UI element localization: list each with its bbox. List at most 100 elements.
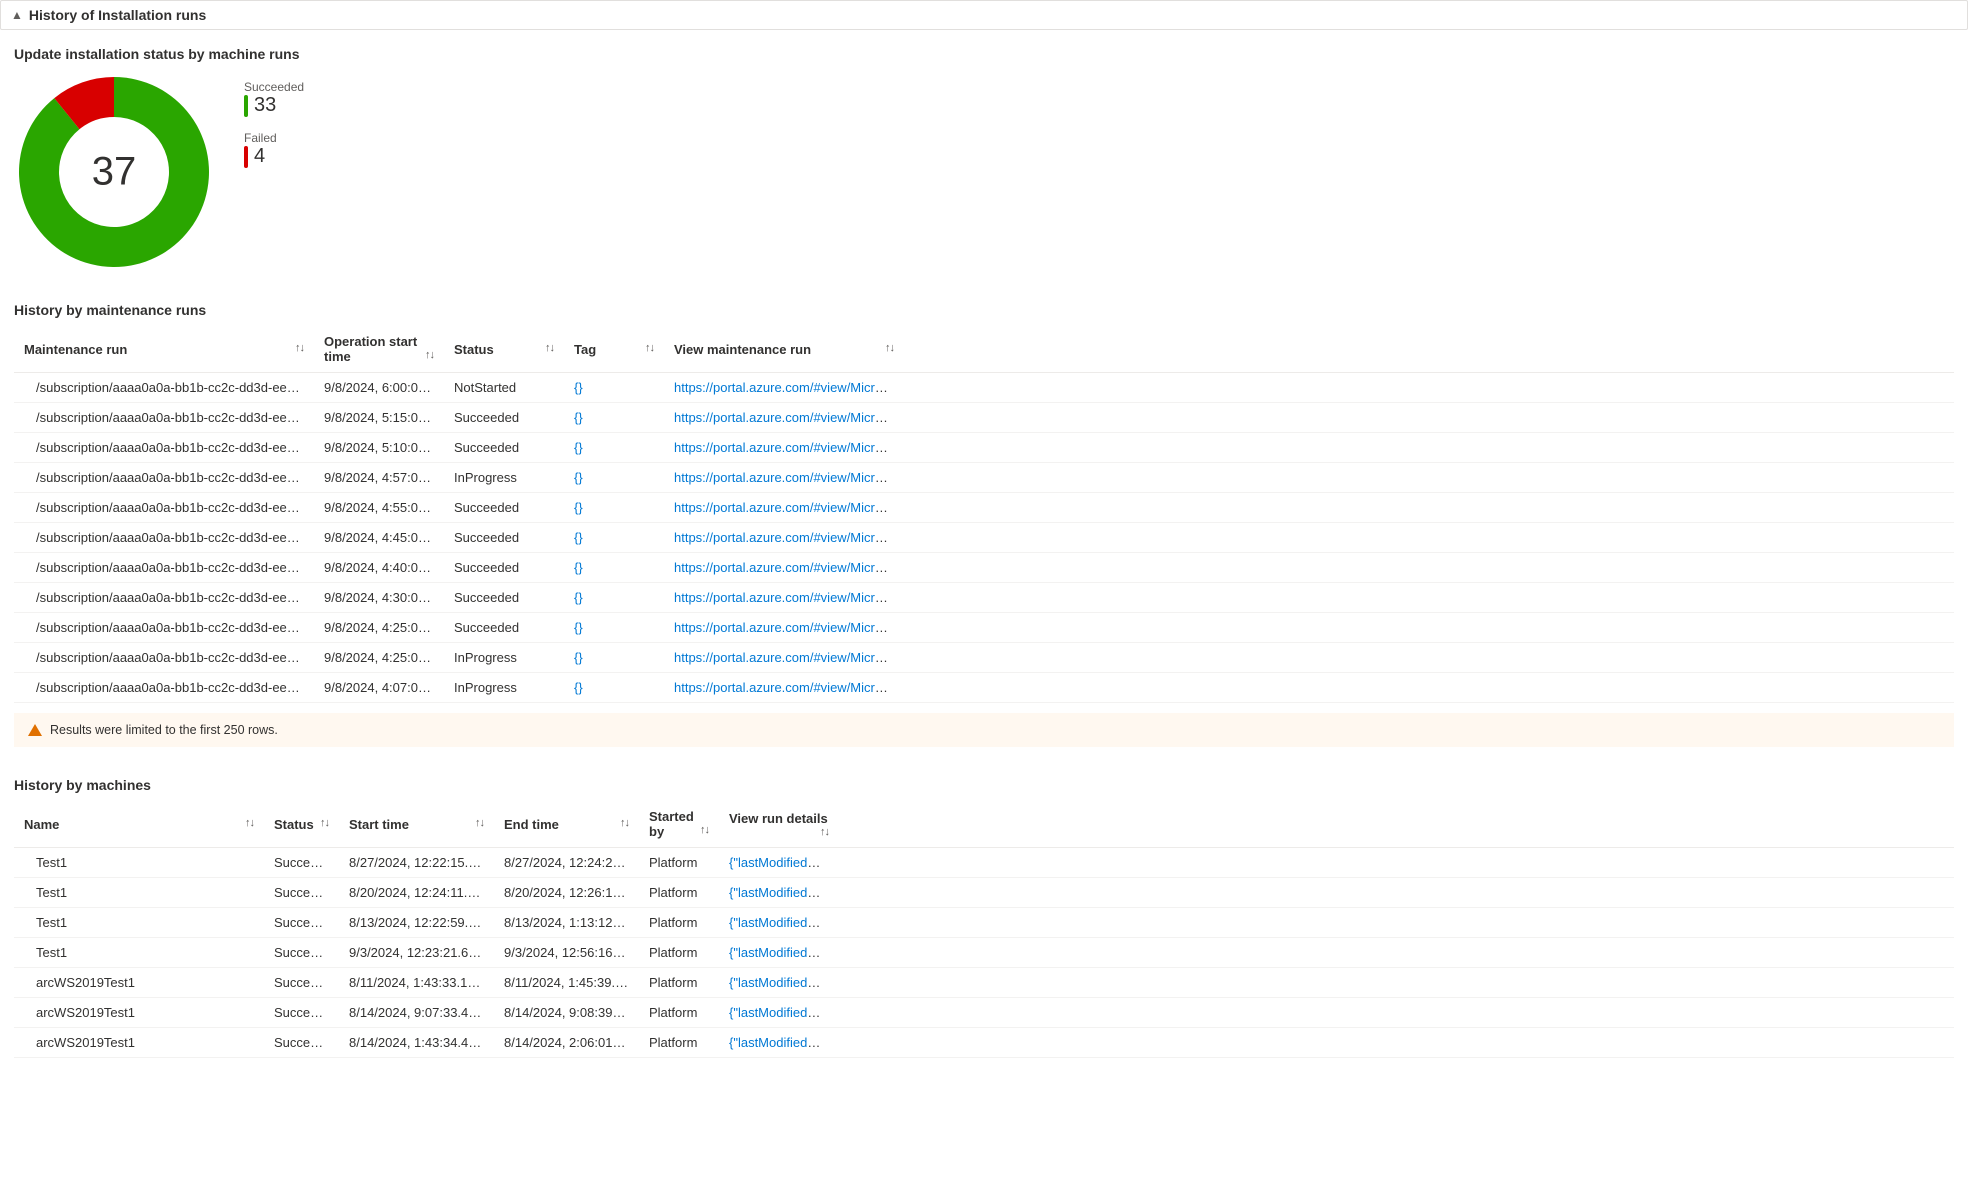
col-operation-start[interactable]: Operation start time↑↓ [314, 326, 444, 373]
view-details-link[interactable]: {"lastModifiedDateTime": [729, 945, 839, 960]
table-row[interactable]: arcWS2019Test1Succeeded8/14/2024, 1:43:3… [14, 1028, 1954, 1058]
col-status[interactable]: Status ↑↓ [444, 326, 564, 373]
cell-start-time: 8/27/2024, 12:22:15.093 PM [339, 848, 494, 878]
cell-end-time: 8/20/2024, 12:26:13.172 PM [494, 878, 639, 908]
view-details-link[interactable]: {"lastModifiedDateTime": [729, 1005, 839, 1020]
cell-end-time: 8/13/2024, 1:13:12.231 PM [494, 908, 639, 938]
col-name[interactable]: Name↑↓ [14, 801, 264, 848]
view-run-link[interactable]: https://portal.azure.com/#view/Microsoft… [674, 530, 904, 545]
view-run-link[interactable]: https://portal.azure.com/#view/Microsoft… [674, 560, 904, 575]
cell-run: /subscription/aaaa0a0a-bb1b-cc2c-dd3d-ee… [14, 553, 314, 583]
tag-link[interactable]: {} [574, 680, 583, 695]
view-details-link[interactable]: {"lastModifiedDateTime": [729, 1035, 839, 1050]
cell-view: https://portal.azure.com/#view/Microsoft… [664, 433, 904, 463]
table-row[interactable]: /subscription/aaaa0a0a-bb1b-cc2c-dd3d-ee… [14, 433, 1954, 463]
table-row[interactable]: /subscription/aaaa0a0a-bb1b-cc2c-dd3d-ee… [14, 643, 1954, 673]
legend-label: Succeeded [244, 80, 304, 94]
cell-started-by: Platform [639, 998, 719, 1028]
col-end-time[interactable]: End time↑↓ [494, 801, 639, 848]
cell-started-by: Platform [639, 908, 719, 938]
donut-total: 37 [92, 150, 137, 195]
cell-spacer [839, 1028, 1954, 1058]
machines-title: History by machines [14, 777, 1954, 793]
view-run-link[interactable]: https://portal.azure.com/#view/Microsoft… [674, 590, 904, 605]
table-row[interactable]: /subscription/aaaa0a0a-bb1b-cc2c-dd3d-ee… [14, 673, 1954, 703]
section-title: History of Installation runs [29, 7, 206, 23]
view-run-link[interactable]: https://portal.azure.com/#view/Microsoft… [674, 380, 904, 395]
col-label: Start time [349, 817, 409, 832]
cell-mstatus: Succeeded [264, 938, 339, 968]
table-row[interactable]: arcWS2019Test1Succeeded8/14/2024, 9:07:3… [14, 998, 1954, 1028]
tag-link[interactable]: {} [574, 380, 583, 395]
view-run-link[interactable]: https://portal.azure.com/#view/Microsoft… [674, 680, 904, 695]
table-row[interactable]: /subscription/aaaa0a0a-bb1b-cc2c-dd3d-ee… [14, 373, 1954, 403]
view-details-link[interactable]: {"lastModifiedDateTime": [729, 885, 839, 900]
section-header[interactable]: ▲ History of Installation runs [0, 0, 1968, 30]
col-started-by[interactable]: Started by↑↓ [639, 801, 719, 848]
cell-tag: {} [564, 373, 664, 403]
cell-end-time: 8/14/2024, 9:08:39.109 PM [494, 998, 639, 1028]
col-label: Status [454, 342, 494, 357]
table-row[interactable]: arcWS2019Test1Succeeded8/11/2024, 1:43:3… [14, 968, 1954, 998]
view-run-link[interactable]: https://portal.azure.com/#view/Microsoft… [674, 410, 904, 425]
view-details-link[interactable]: {"lastModifiedDateTime": [729, 975, 839, 990]
view-run-link[interactable]: https://portal.azure.com/#view/Microsoft… [674, 440, 904, 455]
cell-name: arcWS2019Test1 [14, 968, 264, 998]
view-details-link[interactable]: {"lastModifiedDateTime": [729, 915, 839, 930]
view-details-link[interactable]: {"lastModifiedDateTime": [729, 855, 839, 870]
cell-status: Succeeded [444, 403, 564, 433]
cell-run: /subscription/aaaa0a0a-bb1b-cc2c-dd3d-ee… [14, 403, 314, 433]
tag-link[interactable]: {} [574, 530, 583, 545]
tag-link[interactable]: {} [574, 470, 583, 485]
warning-bar: Results were limited to the first 250 ro… [14, 713, 1954, 747]
tag-link[interactable]: {} [574, 410, 583, 425]
table-row[interactable]: /subscription/aaaa0a0a-bb1b-cc2c-dd3d-ee… [14, 523, 1954, 553]
col-view-details[interactable]: View run details↑↓ [719, 801, 839, 848]
warning-text: Results were limited to the first 250 ro… [50, 723, 278, 737]
cell-run: /subscription/aaaa0a0a-bb1b-cc2c-dd3d-ee… [14, 523, 314, 553]
view-run-link[interactable]: https://portal.azure.com/#view/Microsoft… [674, 650, 904, 665]
table-row[interactable]: Test1Succeeded8/20/2024, 12:24:11.602 PM… [14, 878, 1954, 908]
tag-link[interactable]: {} [574, 590, 583, 605]
cell-started-by: Platform [639, 878, 719, 908]
tag-link[interactable]: {} [574, 650, 583, 665]
sort-icon: ↑↓ [245, 817, 254, 829]
table-row[interactable]: /subscription/aaaa0a0a-bb1b-cc2c-dd3d-ee… [14, 553, 1954, 583]
table-row[interactable]: /subscription/aaaa0a0a-bb1b-cc2c-dd3d-ee… [14, 583, 1954, 613]
cell-view-details: {"lastModifiedDateTime": [719, 938, 839, 968]
cell-status: Succeeded [444, 553, 564, 583]
table-row[interactable]: /subscription/aaaa0a0a-bb1b-cc2c-dd3d-ee… [14, 463, 1954, 493]
col-maintenance-run[interactable]: Maintenance run↑↓ [14, 326, 314, 373]
table-row[interactable]: /subscription/aaaa0a0a-bb1b-cc2c-dd3d-ee… [14, 403, 1954, 433]
cell-view: https://portal.azure.com/#view/Microsoft… [664, 553, 904, 583]
tag-link[interactable]: {} [574, 560, 583, 575]
cell-status: Succeeded [444, 493, 564, 523]
col-tag[interactable]: Tag↑↓ [564, 326, 664, 373]
tag-link[interactable]: {} [574, 500, 583, 515]
table-row[interactable]: Test1Succeeded9/3/2024, 12:23:21.634 PM9… [14, 938, 1954, 968]
col-label: Started by [649, 809, 694, 839]
table-row[interactable]: Test1Succeeded8/13/2024, 12:22:59.439 PM… [14, 908, 1954, 938]
table-row[interactable]: /subscription/aaaa0a0a-bb1b-cc2c-dd3d-ee… [14, 613, 1954, 643]
col-start-time[interactable]: Start time↑↓ [339, 801, 494, 848]
cell-name: Test1 [14, 908, 264, 938]
cell-status: Succeeded [444, 523, 564, 553]
cell-view-details: {"lastModifiedDateTime": [719, 908, 839, 938]
col-mstatus[interactable]: Status↑↓ [264, 801, 339, 848]
cell-spacer [839, 968, 1954, 998]
tag-link[interactable]: {} [574, 440, 583, 455]
col-view-run[interactable]: View maintenance run↑↓ [664, 326, 904, 373]
maintenance-title: History by maintenance runs [14, 302, 1954, 318]
tag-link[interactable]: {} [574, 620, 583, 635]
col-label: View run details [729, 811, 828, 826]
cell-tag: {} [564, 403, 664, 433]
sort-icon: ↑↓ [545, 342, 554, 354]
cell-view: https://portal.azure.com/#view/Microsoft… [664, 673, 904, 703]
table-row[interactable]: /subscription/aaaa0a0a-bb1b-cc2c-dd3d-ee… [14, 493, 1954, 523]
view-run-link[interactable]: https://portal.azure.com/#view/Microsoft… [674, 470, 904, 485]
view-run-link[interactable]: https://portal.azure.com/#view/Microsoft… [674, 620, 904, 635]
table-row[interactable]: Test1Succeeded8/27/2024, 12:22:15.093 PM… [14, 848, 1954, 878]
view-run-link[interactable]: https://portal.azure.com/#view/Microsoft… [674, 500, 904, 515]
sort-icon: ↑↓ [620, 817, 629, 829]
col-spacer [904, 326, 1954, 373]
